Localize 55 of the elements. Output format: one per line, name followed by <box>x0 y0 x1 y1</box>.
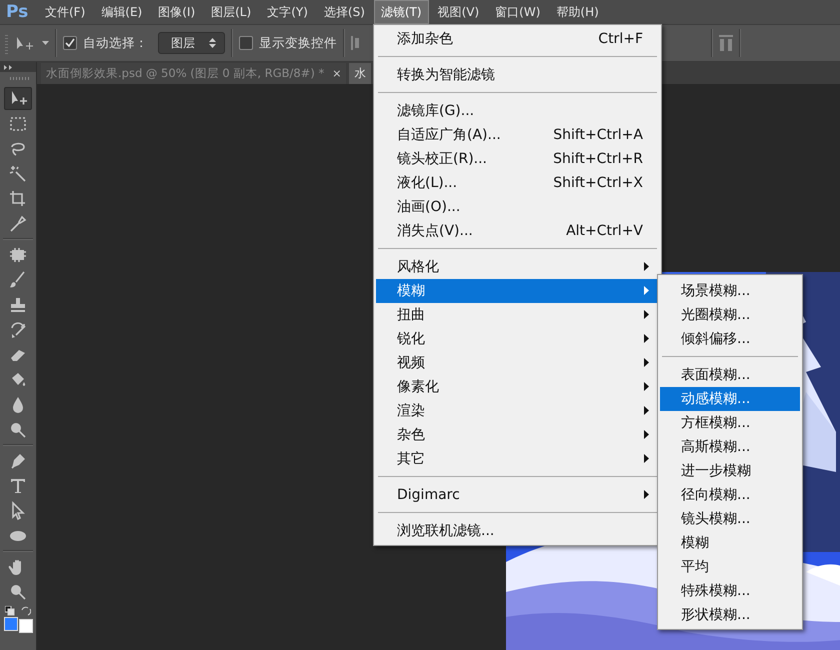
menu-bar-item[interactable]: 选择(S) <box>316 0 372 24</box>
document-tab[interactable]: 水 <box>349 63 372 84</box>
checkbox-label: 自动选择： <box>83 34 148 52</box>
menu-item[interactable]: 特殊模糊... <box>660 579 800 603</box>
menu-item[interactable]: 添加杂色 Ctrl+F <box>376 27 659 51</box>
menu-item[interactable]: 模糊 <box>376 279 659 303</box>
menu-item[interactable]: 镜头模糊... <box>660 507 800 531</box>
shortcut-text: Ctrl+F <box>598 31 643 47</box>
menu-item[interactable]: 油画(O)... <box>376 195 659 219</box>
menu-bar-item[interactable]: 文件(F) <box>38 0 92 24</box>
shortcut-text: Alt+Ctrl+V <box>566 223 643 239</box>
menu-item[interactable]: 浏览联机滤镜... <box>376 519 659 543</box>
menu-bar-item[interactable]: 滤镜(T) <box>374 0 429 24</box>
menu-item[interactable]: 消失点(V)... Alt+Ctrl+V <box>376 219 659 243</box>
menu-item[interactable]: 进一步模糊 <box>660 459 800 483</box>
menu-bar-item[interactable]: 编辑(E) <box>94 0 150 24</box>
menu-item[interactable]: 平均 <box>660 555 800 579</box>
menu-item[interactable]: 模糊 <box>660 531 800 555</box>
menu-item[interactable]: 视频 <box>376 351 659 375</box>
menu-bar-item[interactable]: 视图(V) <box>430 0 486 24</box>
shortcut-text: Shift+Ctrl+A <box>553 127 643 143</box>
menu-item[interactable]: 动感模糊... <box>660 387 800 411</box>
menu-item[interactable]: 表面模糊... <box>660 363 800 387</box>
menu-item[interactable]: 杂色 <box>376 423 659 447</box>
shortcut-text: Shift+Ctrl+R <box>553 151 643 167</box>
checkbox-label: 显示变换控件 <box>259 34 337 52</box>
menu-item[interactable]: 转换为智能滤镜 <box>376 63 659 87</box>
menu-item[interactable]: 径向模糊... <box>660 483 800 507</box>
menu-bar-item[interactable]: 图像(I) <box>151 0 202 24</box>
menu-item[interactable]: 方框模糊... <box>660 411 800 435</box>
menu-item[interactable]: 滤镜库(G)... <box>376 99 659 123</box>
menu-item[interactable]: 高斯模糊... <box>660 435 800 459</box>
menu-item[interactable]: 自适应广角(A)... Shift+Ctrl+A <box>376 123 659 147</box>
menu-item[interactable]: Digimarc <box>376 483 659 507</box>
menu-item[interactable]: 其它 <box>376 447 659 471</box>
menu-bar-item[interactable]: 图层(L) <box>204 0 258 24</box>
menu-item[interactable]: 渲染 <box>376 399 659 423</box>
menu-bar-item[interactable]: 窗口(W) <box>488 0 548 24</box>
menu-item[interactable]: 镜头校正(R)... Shift+Ctrl+R <box>376 147 659 171</box>
close-button[interactable]: × <box>332 63 342 84</box>
layer-dropdown[interactable]: 图层 <box>158 32 225 54</box>
app-logo: Ps <box>6 2 30 22</box>
menu-item[interactable]: 倾斜偏移... <box>660 327 800 351</box>
menu-item[interactable]: 光圈模糊... <box>660 303 800 327</box>
menu-bar-item[interactable]: 文字(Y) <box>260 0 315 24</box>
menu-item[interactable]: 扭曲 <box>376 303 659 327</box>
menu-item[interactable]: 场景模糊... <box>660 279 800 303</box>
menu-bar-item[interactable]: 帮助(H) <box>549 0 606 24</box>
menu-item[interactable]: 像素化 <box>376 375 659 399</box>
document-tab[interactable]: 水面倒影效果.psd @ 50% (图层 0 副本, RGB/8#) * × <box>41 63 346 84</box>
menu-item[interactable]: 形状模糊... <box>660 603 800 627</box>
menu-item[interactable]: 液化(L)... Shift+Ctrl+X <box>376 171 659 195</box>
shortcut-text: Shift+Ctrl+X <box>553 175 643 191</box>
menu-item[interactable]: 锐化 <box>376 327 659 351</box>
menu-item[interactable]: 风格化 <box>376 255 659 279</box>
